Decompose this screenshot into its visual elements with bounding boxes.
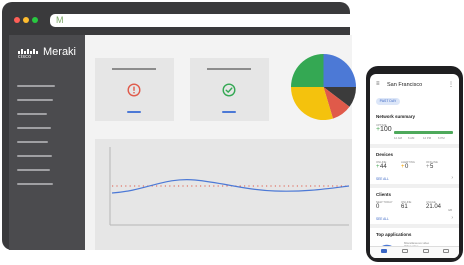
sidebar-item[interactable] (17, 127, 51, 129)
minimize-window-button[interactable] (23, 17, 29, 23)
devices-online-value: 44 (380, 164, 387, 170)
close-window-button[interactable] (14, 17, 20, 23)
section-divider (370, 184, 459, 188)
card-accent (127, 111, 141, 113)
uptime-tick: 12 PM (423, 136, 432, 140)
nav-more-button[interactable] (442, 249, 450, 255)
devices-alerting-value: 0 (405, 164, 409, 170)
uptime-bar (394, 131, 453, 134)
card-accent (222, 111, 236, 113)
chevron-right-icon[interactable]: › (451, 215, 453, 221)
menu-icon[interactable]: ≡ (376, 81, 380, 87)
sidebar-item[interactable] (17, 155, 52, 157)
sidebar-item[interactable] (17, 141, 48, 143)
chevron-right-icon[interactable]: › (451, 175, 453, 181)
browser-title-bar: M (2, 2, 364, 36)
address-bar[interactable]: M (50, 14, 364, 27)
nav-devices-button[interactable] (422, 249, 430, 255)
devices-icon (423, 249, 429, 253)
chart-series-line (111, 178, 350, 194)
ok-status-card[interactable] (190, 58, 269, 121)
uptime-tick: 12 AM (394, 136, 402, 140)
section-divider (370, 224, 459, 228)
phone-frame: ≡ San Francisco ⋮ PAST DAY Network summa… (366, 66, 463, 262)
nav-home-button[interactable] (380, 249, 388, 255)
devices-heading: Devices (376, 152, 394, 157)
devices-see-all-link[interactable]: SEE ALL (376, 177, 389, 181)
top-applications-heading: Top applications (376, 232, 412, 237)
check-circle-icon (222, 83, 236, 97)
pie-slice-blue (323, 54, 356, 87)
devices-offline-value: 5 (430, 164, 434, 170)
apps-icon (402, 249, 408, 253)
home-icon (381, 249, 387, 253)
more-nav-icon (443, 249, 449, 253)
sidebar-item[interactable] (17, 169, 50, 171)
sidebar-item[interactable] (17, 85, 55, 87)
uptime-value: 100 (380, 126, 392, 133)
address-text: M (56, 15, 64, 25)
pie-chart (291, 54, 356, 121)
clients-usage-value: 21.04 (426, 204, 442, 210)
sidebar: cisco Meraki (9, 35, 85, 250)
uptime-tick: 6 PM (438, 136, 445, 140)
clients-usage-unit: GB (448, 208, 453, 212)
network-title: San Francisco (387, 82, 423, 88)
traffic-line-chart (109, 147, 350, 226)
uptime-tick: 6 AM (408, 136, 415, 140)
sidebar-item[interactable] (17, 113, 47, 115)
alert-circle-icon (127, 83, 141, 97)
cisco-logo-icon: cisco (17, 46, 41, 60)
clients-see-all-link[interactable]: SEE ALL (376, 217, 389, 221)
meraki-wordmark: Meraki (43, 46, 77, 58)
sidebar-item[interactable] (17, 99, 53, 101)
sidebar-item[interactable] (17, 183, 53, 185)
more-icon[interactable]: ⋮ (448, 81, 454, 88)
section-divider (370, 144, 459, 148)
traffic-chart-card (95, 139, 352, 250)
card-title (112, 68, 156, 70)
phone-screen: ≡ San Francisco ⋮ PAST DAY Network summa… (370, 74, 459, 258)
maximize-window-button[interactable] (32, 17, 38, 23)
clients-heading: Clients (376, 192, 392, 197)
clients-online-value: 61 (401, 204, 408, 210)
card-title (207, 68, 251, 70)
time-range-chip[interactable]: PAST DAY (376, 98, 400, 105)
phone-header: ≡ San Francisco ⋮ (370, 74, 459, 96)
phone-bottom-nav (370, 246, 459, 258)
nav-apps-button[interactable] (401, 249, 409, 255)
alert-status-card[interactable] (95, 58, 174, 121)
network-summary-heading: Network summary (376, 114, 416, 119)
clients-new-value: 0 (376, 204, 380, 210)
pie-slice-green (291, 54, 324, 87)
